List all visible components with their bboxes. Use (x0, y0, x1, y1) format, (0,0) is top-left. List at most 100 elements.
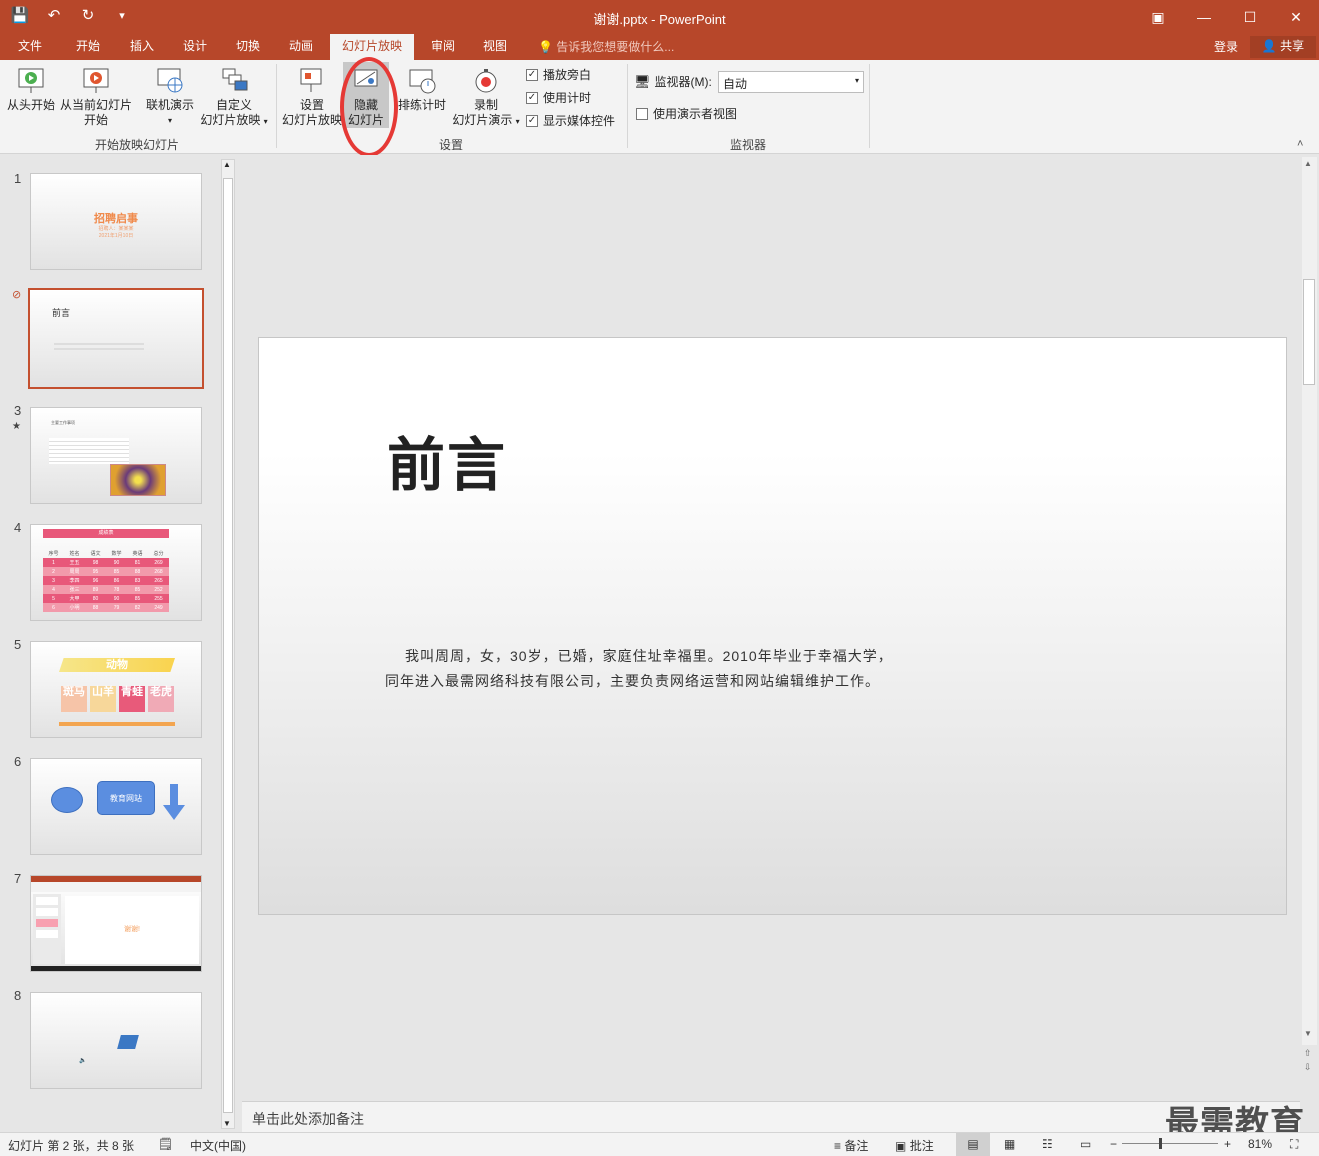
rehearse-timings-button[interactable]: 排练计时 (396, 66, 448, 113)
tab-file[interactable]: 文件 (8, 34, 52, 60)
checkbox-box (636, 107, 648, 120)
title-bar: 💾 ↶ ↻ ▾ 谢谢.pptx - PowerPoint ▣ — ☐ ✕ (0, 0, 1319, 34)
checkmark-icon: ✓ (526, 91, 538, 104)
collapse-ribbon-icon[interactable]: ˄ (1297, 138, 1303, 150)
fit-to-window-icon[interactable]: ⛶ (1290, 1137, 1298, 1152)
thumb-table-cell: 79 (113, 604, 120, 611)
record-label-2: 幻灯片演示 (452, 113, 513, 127)
animal-card: 老虎 (148, 686, 174, 712)
notes-placeholder: 单击此处添加备注 (252, 1111, 364, 1127)
slide-thumbnail-3[interactable]: 主要工作事项 (30, 407, 202, 504)
minimize-icon[interactable]: — (1181, 0, 1227, 34)
setup-show-icon (300, 68, 322, 92)
animal-card: 斑马 (61, 686, 87, 712)
tab-animations[interactable]: 动画 (279, 34, 323, 60)
login-link[interactable]: 登录 (1214, 38, 1238, 55)
spell-check-icon[interactable]: 🗒 (158, 1137, 173, 1151)
tab-slideshow[interactable]: 幻灯片放映 (330, 34, 414, 60)
comments-toggle-label: 批注 (909, 1139, 934, 1153)
from-beginning-button[interactable]: 从头开始 (4, 66, 58, 113)
zoom-in-icon[interactable]: + (1224, 1137, 1231, 1151)
reading-view-icon[interactable]: ☷ (1042, 1137, 1053, 1151)
tab-insert[interactable]: 插入 (120, 34, 164, 60)
window-title: 谢谢.pptx - PowerPoint (593, 12, 726, 27)
zoom-level[interactable]: 81% (1248, 1137, 1272, 1151)
record-slideshow-button[interactable]: 录制 幻灯片演示 ▾ (450, 66, 522, 129)
tab-transitions[interactable]: 切换 (226, 34, 270, 60)
slide-thumbnail-2[interactable]: 前言 (28, 288, 204, 389)
slideshow-view-icon[interactable]: ▭ (1080, 1137, 1091, 1151)
slide-number: 4 (14, 520, 22, 535)
setup-slideshow-button[interactable]: 设置 幻灯片放映 (280, 66, 344, 128)
online-present-button[interactable]: 联机演示 ▾ (142, 66, 198, 128)
notes-pane[interactable]: 单击此处添加备注 (242, 1101, 1300, 1132)
main-scroll-thumb[interactable] (1303, 279, 1315, 385)
thumb-table-cell: 大甲 (69, 596, 80, 602)
thumbnail-scrollbar[interactable]: ▲ ▼ (221, 159, 235, 1129)
next-slide-icon[interactable]: ⇩ (1304, 1060, 1312, 1074)
tab-home[interactable]: 开始 (66, 34, 110, 60)
slide-sorter-view-icon[interactable]: ▦ (1004, 1137, 1015, 1151)
tab-review[interactable]: 审阅 (421, 34, 465, 60)
scroll-down-icon[interactable]: ▼ (223, 1119, 231, 1128)
play-narration-checkbox[interactable]: ✓ 播放旁白 (526, 66, 591, 83)
status-bar: 幻灯片 第 2 张，共 8 张 🗒 中文(中国) ≡ 备注 ▣ 批注 ▤ ▦ ☷… (0, 1132, 1319, 1156)
close-icon[interactable]: ✕ (1273, 0, 1319, 34)
thumb-text-block (49, 438, 129, 464)
scroll-up-icon[interactable]: ▲ (1304, 159, 1312, 168)
slide-body-text[interactable]: 我叫周周，女，30岁，已婚，家庭住址幸福里。2010年毕业于幸福大学， 同年进入… (385, 644, 893, 694)
slide-thumbnail-1[interactable]: 招聘启事 招聘人：某某某 2021年1月10日 (30, 173, 202, 270)
body-line-1: 我叫周周，女，30岁，已婚，家庭住址幸福里。2010年毕业于幸福大学， (405, 648, 893, 664)
group-separator (627, 64, 628, 148)
slide-thumbnail-5[interactable]: 动物 斑马 山羊 青蛙 老虎 (30, 641, 202, 738)
tab-view[interactable]: 视图 (473, 34, 517, 60)
current-slide-canvas[interactable]: 前言 我叫周周，女，30岁，已婚，家庭住址幸福里。2010年毕业于幸福大学， 同… (258, 337, 1287, 915)
record-label-2-row: 幻灯片演示 ▾ (450, 113, 522, 129)
previous-slide-icon[interactable]: ⇧ (1304, 1046, 1312, 1060)
monitor-row: 🖥 监视器(M): (634, 73, 712, 90)
slide-thumbnail-4[interactable]: 成绩表 序号 姓名 语文 数学 英语 总分 1 王五 98 90 81 269 2 周周 95 85 88 268… (30, 524, 202, 621)
slide-number: 1 (14, 171, 22, 186)
thumbnail-scroll-thumb[interactable] (223, 178, 233, 1113)
presenter-view-checkbox[interactable]: 使用演示者视图 (636, 105, 737, 122)
thumb-table-cell: 268 (154, 568, 163, 575)
custom-slideshow-button[interactable]: 自定义 幻灯片放映 ▾ (198, 66, 270, 129)
tab-design[interactable]: 设计 (173, 34, 217, 60)
zoom-out-icon[interactable]: − (1110, 1137, 1117, 1151)
use-timings-checkbox[interactable]: ✓ 使用计时 (526, 89, 591, 106)
comments-toggle[interactable]: ▣ 批注 (895, 1137, 934, 1154)
zoom-slider-track[interactable] (1122, 1143, 1218, 1144)
slide-thumbnail-8[interactable]: 🔈 (30, 992, 202, 1089)
thumb-table-header-cell: 总分 (153, 551, 164, 557)
zoom-slider-thumb[interactable] (1159, 1138, 1162, 1149)
setup-label-1: 设置 (299, 98, 324, 112)
slide-title[interactable]: 前言 (387, 418, 507, 502)
thumb-table-cell: 85 (134, 595, 141, 602)
scroll-up-icon[interactable]: ▲ (223, 160, 231, 169)
thumb-table-cell: 80 (92, 595, 99, 602)
group-separator (276, 64, 277, 148)
show-media-controls-checkbox[interactable]: ✓ 显示媒体控件 (526, 112, 615, 129)
scroll-down-icon[interactable]: ▼ (1304, 1029, 1312, 1038)
maximize-icon[interactable]: ☐ (1227, 0, 1273, 34)
from-current-button[interactable]: 从当前幻灯片 开始 (58, 66, 134, 128)
monitor-icon: 🖥 (634, 73, 651, 89)
share-button[interactable]: 👤 共享 (1250, 36, 1316, 58)
slide-thumbnail-6[interactable]: 教育网站 (30, 758, 202, 855)
thumb-table-cell: 90 (113, 559, 120, 566)
notes-toggle[interactable]: ≡ 备注 (834, 1137, 868, 1154)
slide-thumbnail-7[interactable]: 谢谢! (30, 875, 202, 972)
normal-view-icon[interactable]: ▤ (956, 1133, 990, 1156)
thumb-table-cell: 78 (113, 586, 120, 593)
ribbon-display-options-icon[interactable]: ▣ (1135, 0, 1181, 34)
tell-me-search[interactable]: 💡 告诉我您想要做什么... (538, 38, 674, 55)
thumb-table-cell: 2 (52, 568, 55, 575)
language-status[interactable]: 中文(中国) (190, 1137, 246, 1154)
use-timings-label: 使用计时 (543, 91, 592, 105)
setup-label-2: 幻灯片放映 (281, 113, 342, 127)
thumb-table-row: 2 周周 95 85 88 268 (43, 567, 169, 576)
tell-me-text: 告诉我您想要做什么... (556, 40, 675, 54)
main-scrollbar[interactable]: ▲ ▼ (1302, 157, 1317, 1045)
monitor-select[interactable]: 自动 ▾ (718, 71, 864, 93)
show-media-label: 显示媒体控件 (543, 114, 616, 128)
